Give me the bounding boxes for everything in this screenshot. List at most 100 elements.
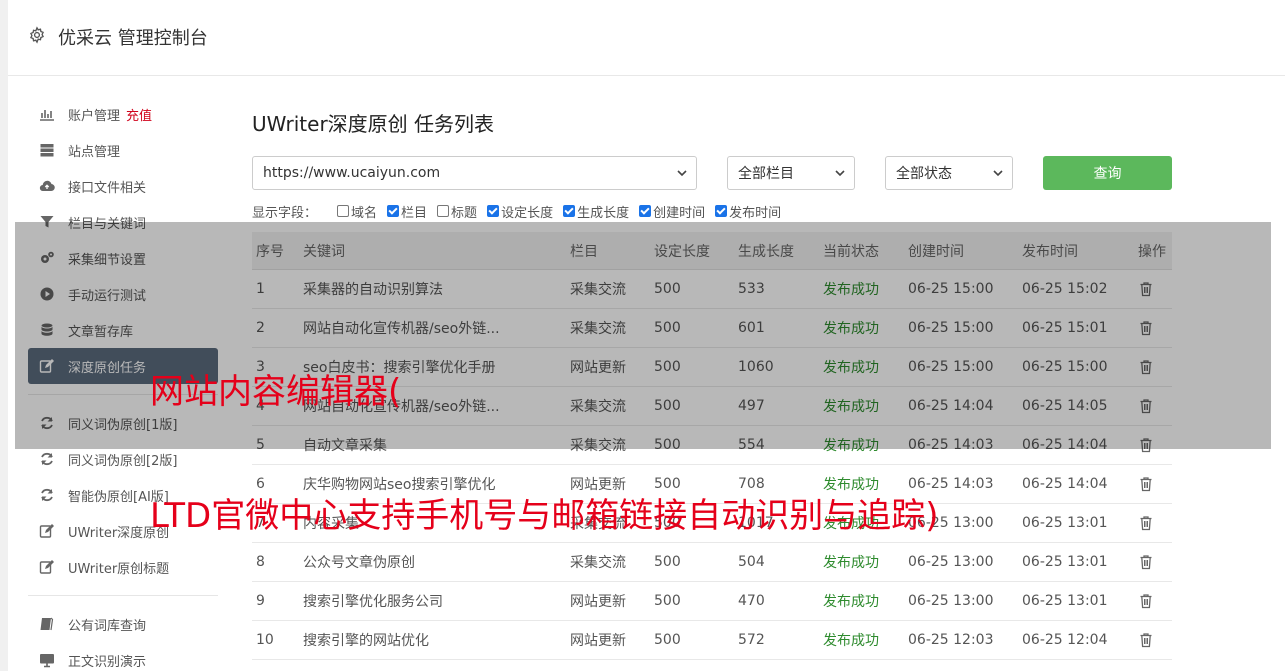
delete-button[interactable] (1138, 426, 1172, 464)
table-cell: 1 (256, 281, 265, 297)
sidebar-item-2[interactable]: 接口文件相关 (28, 168, 218, 204)
table-cell: 06-25 12:04 (1022, 632, 1108, 648)
table-cell: 572 (738, 632, 765, 648)
checked-box-icon[interactable] (639, 205, 652, 217)
column-header: 关键词 (303, 243, 345, 260)
table-cell: 500 (654, 398, 681, 414)
sidebar-item-9[interactable]: 同义词伪原创[2版] (28, 441, 218, 477)
checked-box-icon[interactable] (487, 205, 500, 217)
task-table: 序号 关键词 栏目 设定长度 生成长度 当前状态 创建时间 发布时间 操作 1 采集器的自动识别算法… (252, 232, 1172, 660)
query-button[interactable]: 查询 (1043, 156, 1172, 190)
recharge-link[interactable]: 充值 (126, 105, 152, 124)
sidebar-item-0[interactable]: 账户管理 充值 (28, 96, 218, 132)
checked-box-icon[interactable] (563, 205, 576, 217)
column-header: 设定长度 (654, 243, 710, 260)
field-checkbox-4[interactable]: 生成长度 (563, 202, 629, 221)
sidebar-divider (28, 595, 218, 596)
table-cell: 504 (738, 554, 765, 570)
field-checkbox-1[interactable]: 栏目 (387, 202, 427, 221)
chevron-down-icon (677, 170, 687, 177)
play-circle-icon (38, 285, 56, 303)
table-row: 1 采集器的自动识别算法 采集交流 500 533 发布成功 06-25 15:00 06-2… (252, 270, 1172, 309)
table-cell: 06-25 14:03 (908, 437, 994, 453)
table-cell: 采集交流 (570, 555, 626, 571)
column-header: 栏目 (570, 243, 598, 260)
delete-button[interactable] (1138, 309, 1172, 347)
monitor-icon (38, 651, 56, 669)
table-cell: 公众号文章伪原创 (303, 555, 415, 571)
table-cell: 06-25 13:00 (908, 554, 994, 570)
table-cell: 5 (256, 437, 265, 453)
field-checkbox-0[interactable]: 域名 (337, 202, 377, 221)
edit-icon (38, 357, 56, 375)
column-header: 发布时间 (1022, 243, 1078, 260)
sidebar-item-4[interactable]: 采集细节设置 (28, 240, 218, 276)
table-cell: 06-25 13:01 (1022, 554, 1108, 570)
sidebar-item-14[interactable]: 正文识别演示 (28, 642, 218, 671)
site-select[interactable]: https://www.ucaiyun.com (252, 156, 697, 190)
field-checkbox-3[interactable]: 设定长度 (487, 202, 553, 221)
trash-icon[interactable] (1138, 281, 1154, 297)
trash-icon[interactable] (1138, 476, 1154, 492)
sidebar-item-1[interactable]: 站点管理 (28, 132, 218, 168)
field-checkbox-label: 生成长度 (577, 205, 630, 221)
table-row: 5 自动文章采集 采集交流 500 554 发布成功 06-25 14:03 06-25 14… (252, 426, 1172, 465)
delete-button[interactable] (1138, 270, 1172, 308)
checked-box-icon[interactable] (387, 205, 400, 217)
sidebar-item-label: 正文识别演示 (68, 654, 147, 670)
gear-icon[interactable] (28, 26, 46, 44)
delete-button[interactable] (1138, 348, 1172, 386)
unchecked-box-icon[interactable] (437, 205, 450, 217)
page-title: UWriter深度原创 任务列表 (252, 112, 495, 136)
field-checkbox-label: 创建时间 (653, 205, 706, 221)
refresh-icon (38, 414, 56, 432)
table-cell: 采集交流 (570, 399, 626, 415)
sidebar-item-6[interactable]: 文章暂存库 (28, 312, 218, 348)
trash-icon[interactable] (1138, 554, 1154, 570)
sidebar-item-label: 公有词库查询 (68, 618, 147, 634)
trash-icon[interactable] (1138, 437, 1154, 453)
table-cell: 网站更新 (570, 594, 626, 610)
delete-button[interactable] (1138, 465, 1172, 503)
table-cell: 601 (738, 320, 765, 336)
table-cell: 500 (654, 320, 681, 336)
delete-button[interactable] (1138, 582, 1172, 620)
trash-icon[interactable] (1138, 515, 1154, 531)
trash-icon[interactable] (1138, 359, 1154, 375)
field-checkbox-2[interactable]: 标题 (437, 202, 477, 221)
field-checkbox-label: 发布时间 (729, 205, 782, 221)
checked-box-icon[interactable] (715, 205, 728, 217)
status-cell: 发布成功 (823, 633, 879, 649)
field-checkbox-6[interactable]: 发布时间 (715, 202, 781, 221)
sidebar-item-label: 同义词伪原创[1版] (68, 417, 178, 433)
sidebar-item-label: 手动运行测试 (68, 288, 147, 304)
sidebar-item-label: 同义词伪原创[2版] (68, 453, 178, 469)
sidebar-item-label: 深度原创任务 (68, 360, 147, 376)
trash-icon[interactable] (1138, 320, 1154, 336)
table-cell: 06-25 14:05 (1022, 398, 1108, 414)
sidebar-item-13[interactable]: 公有词库查询 (28, 606, 218, 642)
delete-button[interactable] (1138, 387, 1172, 425)
table-cell: 500 (654, 554, 681, 570)
table-cell: 06-25 14:04 (1022, 437, 1108, 453)
table-cell: 06-25 14:04 (1022, 476, 1108, 492)
sidebar-item-3[interactable]: 栏目与关键词 (28, 204, 218, 240)
status-select[interactable]: 全部状态 (885, 156, 1013, 190)
table-cell: 500 (654, 437, 681, 453)
sidebar-item-12[interactable]: UWriter原创标题 (28, 549, 218, 585)
table-cell: 自动文章采集 (303, 438, 387, 454)
display-fields-label: 显示字段： (252, 205, 318, 221)
sidebar-item-5[interactable]: 手动运行测试 (28, 276, 218, 312)
delete-button[interactable] (1138, 621, 1172, 659)
display-fields: 显示字段： 域名 栏目 标题 设定长度 生成长度 创建时间 发布时间 (252, 202, 791, 221)
delete-button[interactable] (1138, 543, 1172, 581)
trash-icon[interactable] (1138, 398, 1154, 414)
unchecked-box-icon[interactable] (337, 205, 350, 217)
trash-icon[interactable] (1138, 632, 1154, 648)
delete-button[interactable] (1138, 504, 1172, 542)
column-select[interactable]: 全部栏目 (727, 156, 855, 190)
trash-icon[interactable] (1138, 593, 1154, 609)
sidebar-item-label: 账户管理 (68, 108, 121, 124)
table-cell: 8 (256, 554, 265, 570)
field-checkbox-5[interactable]: 创建时间 (639, 202, 705, 221)
